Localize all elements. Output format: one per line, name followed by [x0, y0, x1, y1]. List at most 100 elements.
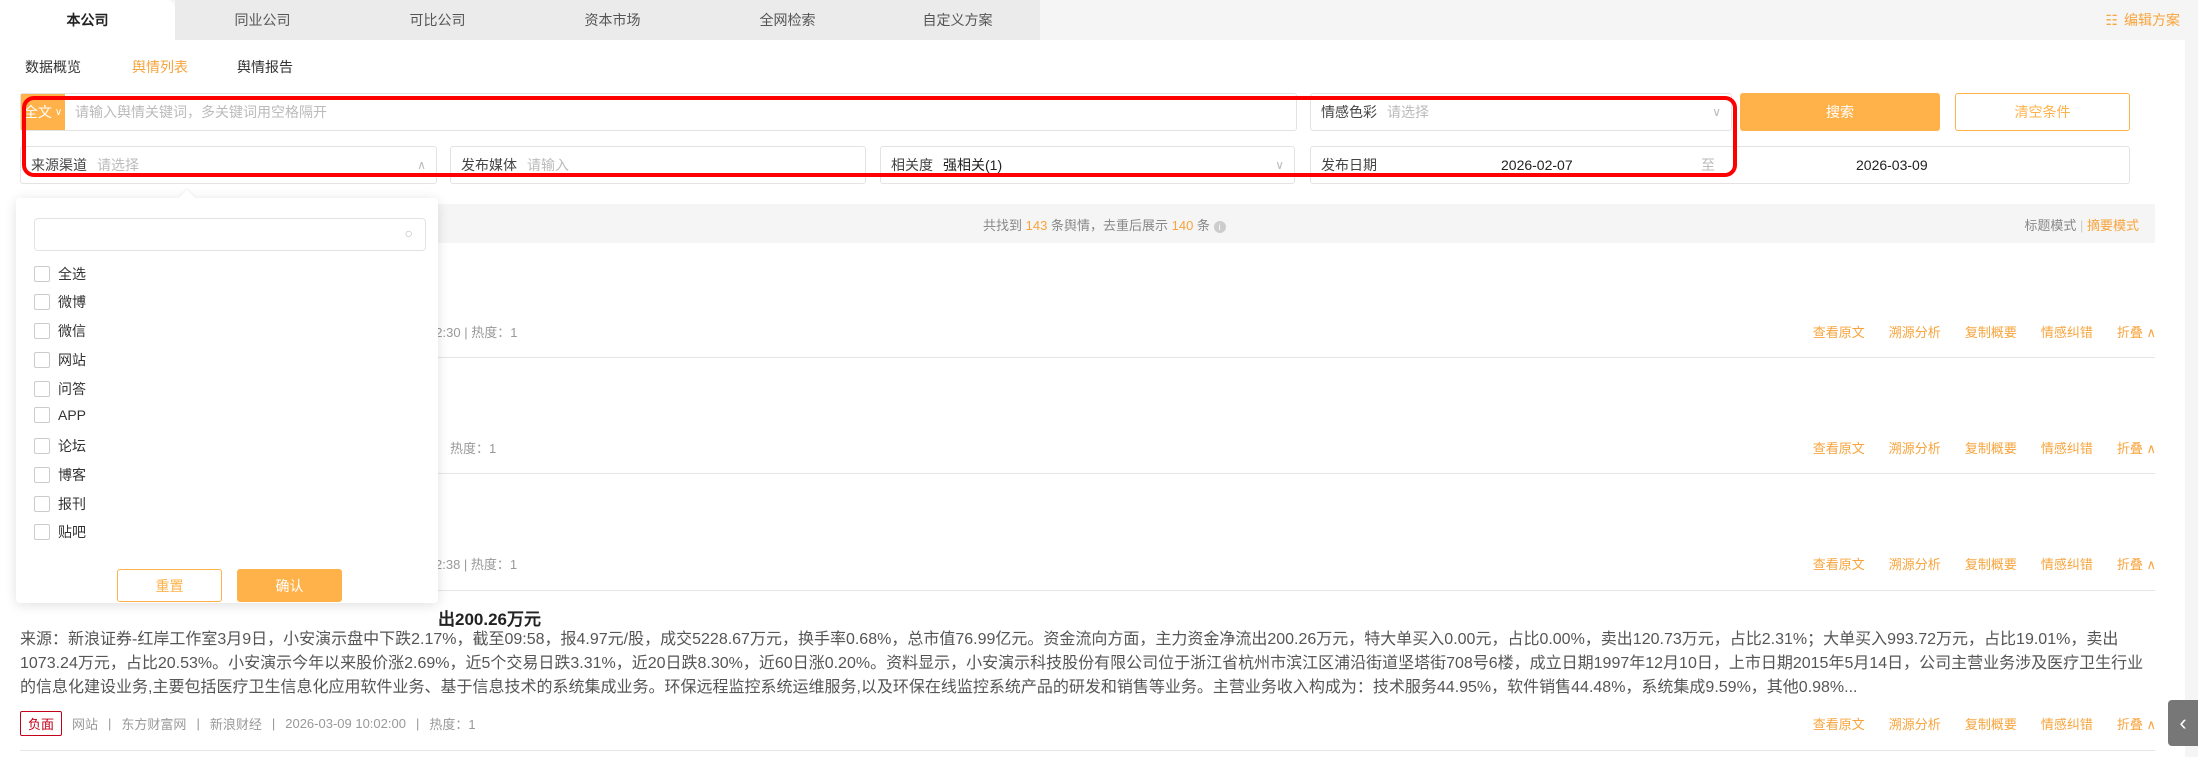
option-app[interactable]: APP [34, 407, 86, 423]
source-channel-select[interactable]: 来源渠道 请选择 ∧ [20, 146, 437, 184]
option-wechat[interactable]: 微信 [34, 321, 86, 341]
copy-summary-link[interactable]: 复制概要 [1965, 714, 2017, 733]
reset-button[interactable]: 重置 [117, 569, 222, 602]
option-weibo[interactable]: 微博 [34, 292, 86, 312]
checkbox[interactable] [34, 323, 50, 339]
divider [20, 750, 2155, 751]
sentiment-badge: 负面 [20, 711, 63, 736]
scope-select[interactable]: 全文 ∨ [21, 94, 65, 130]
view-original-link[interactable]: 查看原文 [1813, 322, 1865, 341]
date-from[interactable]: 2026-02-07 [1501, 157, 1573, 173]
checkbox[interactable] [34, 266, 50, 282]
option-label: 论坛 [58, 438, 86, 454]
keyword-placeholder: 请输入舆情关键词，多关键词用空格隔开 [75, 104, 327, 120]
search-button[interactable]: 搜索 [1740, 93, 1940, 131]
tab-own-company[interactable]: 本公司 [0, 0, 175, 40]
checkbox[interactable] [34, 496, 50, 512]
source-channel-dropdown: ○ 全选 微博 微信 网站 问答 APP 论坛 博客 报刊 贴吧 重置 确认 [16, 189, 438, 603]
chevron-up-icon: ∧ [2146, 325, 2156, 340]
publish-date-range[interactable]: 发布日期 2026-02-07 至 2026-03-09 [1310, 146, 2130, 184]
fold-button[interactable]: 折叠 ∧ [2117, 554, 2156, 573]
trace-analysis-link[interactable]: 溯源分析 [1889, 322, 1941, 341]
tab-peer-company[interactable]: 同业公司 [175, 0, 350, 40]
sentiment-label: 情感色彩 [1321, 104, 1377, 120]
sentiment-correct-link[interactable]: 情感纠错 [2041, 554, 2093, 573]
option-select-all[interactable]: 全选 [34, 264, 86, 284]
fold-button[interactable]: 折叠 ∧ [2117, 438, 2156, 457]
collapse-panel-button[interactable]: ‹ [2168, 700, 2198, 746]
sliders-icon: ☷ [2105, 11, 2118, 28]
media-label: 发布媒体 [461, 157, 517, 173]
publish-time: 2026-03-09 10:02:00 [285, 716, 406, 731]
chevron-down-icon: ∨ [54, 106, 63, 118]
channel-search-input[interactable]: ○ [34, 218, 426, 251]
relevance-select[interactable]: 相关度 强相关(1) ∨ [880, 146, 1295, 184]
subtab-sentiment-list[interactable]: 舆情列表 [132, 57, 188, 77]
trace-analysis-link[interactable]: 溯源分析 [1889, 554, 1941, 573]
checkbox[interactable] [34, 438, 50, 454]
media-input[interactable]: 发布媒体 请输入 [450, 146, 866, 184]
checkbox[interactable] [34, 352, 50, 368]
fold-button[interactable]: 折叠 ∧ [2117, 322, 2156, 341]
option-label: 问答 [58, 381, 86, 397]
chevron-down-icon: ∨ [1712, 105, 1721, 119]
edit-plan-button[interactable]: ☷ 编辑方案 [2105, 10, 2180, 30]
result-count: 共找到 143 条舆情，去重后展示 140 条 i [983, 215, 1226, 234]
tab-custom-plan[interactable]: 自定义方案 [875, 0, 1040, 40]
copy-summary-link[interactable]: 复制概要 [1965, 554, 2017, 573]
chevron-up-icon: ∧ [2146, 717, 2156, 732]
option-blog[interactable]: 博客 [34, 465, 86, 485]
copy-summary-link[interactable]: 复制概要 [1965, 322, 2017, 341]
sentiment-placeholder: 请选择 [1387, 104, 1429, 120]
sentiment-correct-link[interactable]: 情感纠错 [2041, 322, 2093, 341]
checkbox[interactable] [34, 381, 50, 397]
relevance-label: 相关度 [891, 157, 933, 173]
info-icon[interactable]: i [1213, 221, 1226, 233]
fold-button[interactable]: 折叠 ∧ [2117, 714, 2156, 733]
subtab-sentiment-report[interactable]: 舆情报告 [237, 57, 293, 77]
item-title[interactable]: 出200.26万元 [438, 605, 541, 630]
chevron-down-icon: ∨ [1275, 158, 1284, 172]
channel: 网站 [72, 717, 99, 732]
chevron-left-icon: ‹ [2179, 710, 2187, 735]
sentiment-select[interactable]: 情感色彩 请选择 ∨ [1310, 93, 1732, 131]
date-to[interactable]: 2026-03-09 [1856, 157, 1928, 173]
confirm-button[interactable]: 确认 [237, 569, 342, 602]
option-label: 全选 [58, 266, 86, 282]
trace-analysis-link[interactable]: 溯源分析 [1889, 714, 1941, 733]
option-newspaper[interactable]: 报刊 [34, 494, 86, 514]
option-qa[interactable]: 问答 [34, 379, 86, 399]
option-forum[interactable]: 论坛 [34, 436, 86, 456]
view-original-link[interactable]: 查看原文 [1813, 438, 1865, 457]
view-original-link[interactable]: 查看原文 [1813, 714, 1865, 733]
title-mode-button[interactable]: 标题模式 [2024, 218, 2076, 233]
tab-comparable-company[interactable]: 可比公司 [350, 0, 525, 40]
option-website[interactable]: 网站 [34, 350, 86, 370]
item-meta: 2:38 | 热度：1 [435, 557, 518, 572]
popup-arrow [178, 189, 196, 207]
sentiment-correct-link[interactable]: 情感纠错 [2041, 714, 2093, 733]
tab-web-search[interactable]: 全网检索 [700, 0, 875, 40]
checkbox[interactable] [34, 524, 50, 540]
tab-capital-market[interactable]: 资本市场 [525, 0, 700, 40]
copy-summary-link[interactable]: 复制概要 [1965, 438, 2017, 457]
edit-plan-label: 编辑方案 [2124, 12, 2180, 28]
heat: 热度：1 [429, 717, 476, 732]
checkbox[interactable] [34, 294, 50, 310]
option-label: 微博 [58, 294, 86, 310]
subtab-data-overview[interactable]: 数据概览 [25, 57, 81, 77]
checkbox[interactable] [34, 467, 50, 483]
scope-value: 全文 [23, 104, 52, 120]
clear-conditions-button[interactable]: 清空条件 [1955, 93, 2130, 131]
summary-mode-button[interactable]: 摘要模式 [2087, 218, 2139, 233]
scrollbar-track[interactable] [2185, 40, 2198, 757]
checkbox[interactable] [34, 407, 50, 423]
date-label: 发布日期 [1321, 157, 1377, 173]
keyword-search-input[interactable]: 全文 ∨ 请输入舆情关键词，多关键词用空格隔开 [20, 93, 1297, 131]
trace-analysis-link[interactable]: 溯源分析 [1889, 438, 1941, 457]
sentiment-correct-link[interactable]: 情感纠错 [2041, 438, 2093, 457]
view-original-link[interactable]: 查看原文 [1813, 554, 1865, 573]
item-meta: 负面 网站 | 东方财富网 | 新浪财经 | 2026-03-09 10:02:00 |… [20, 711, 476, 736]
option-tieba[interactable]: 贴吧 [34, 522, 86, 542]
view-mode-switch: 标题模式 | 摘要模式 [2024, 218, 2139, 233]
